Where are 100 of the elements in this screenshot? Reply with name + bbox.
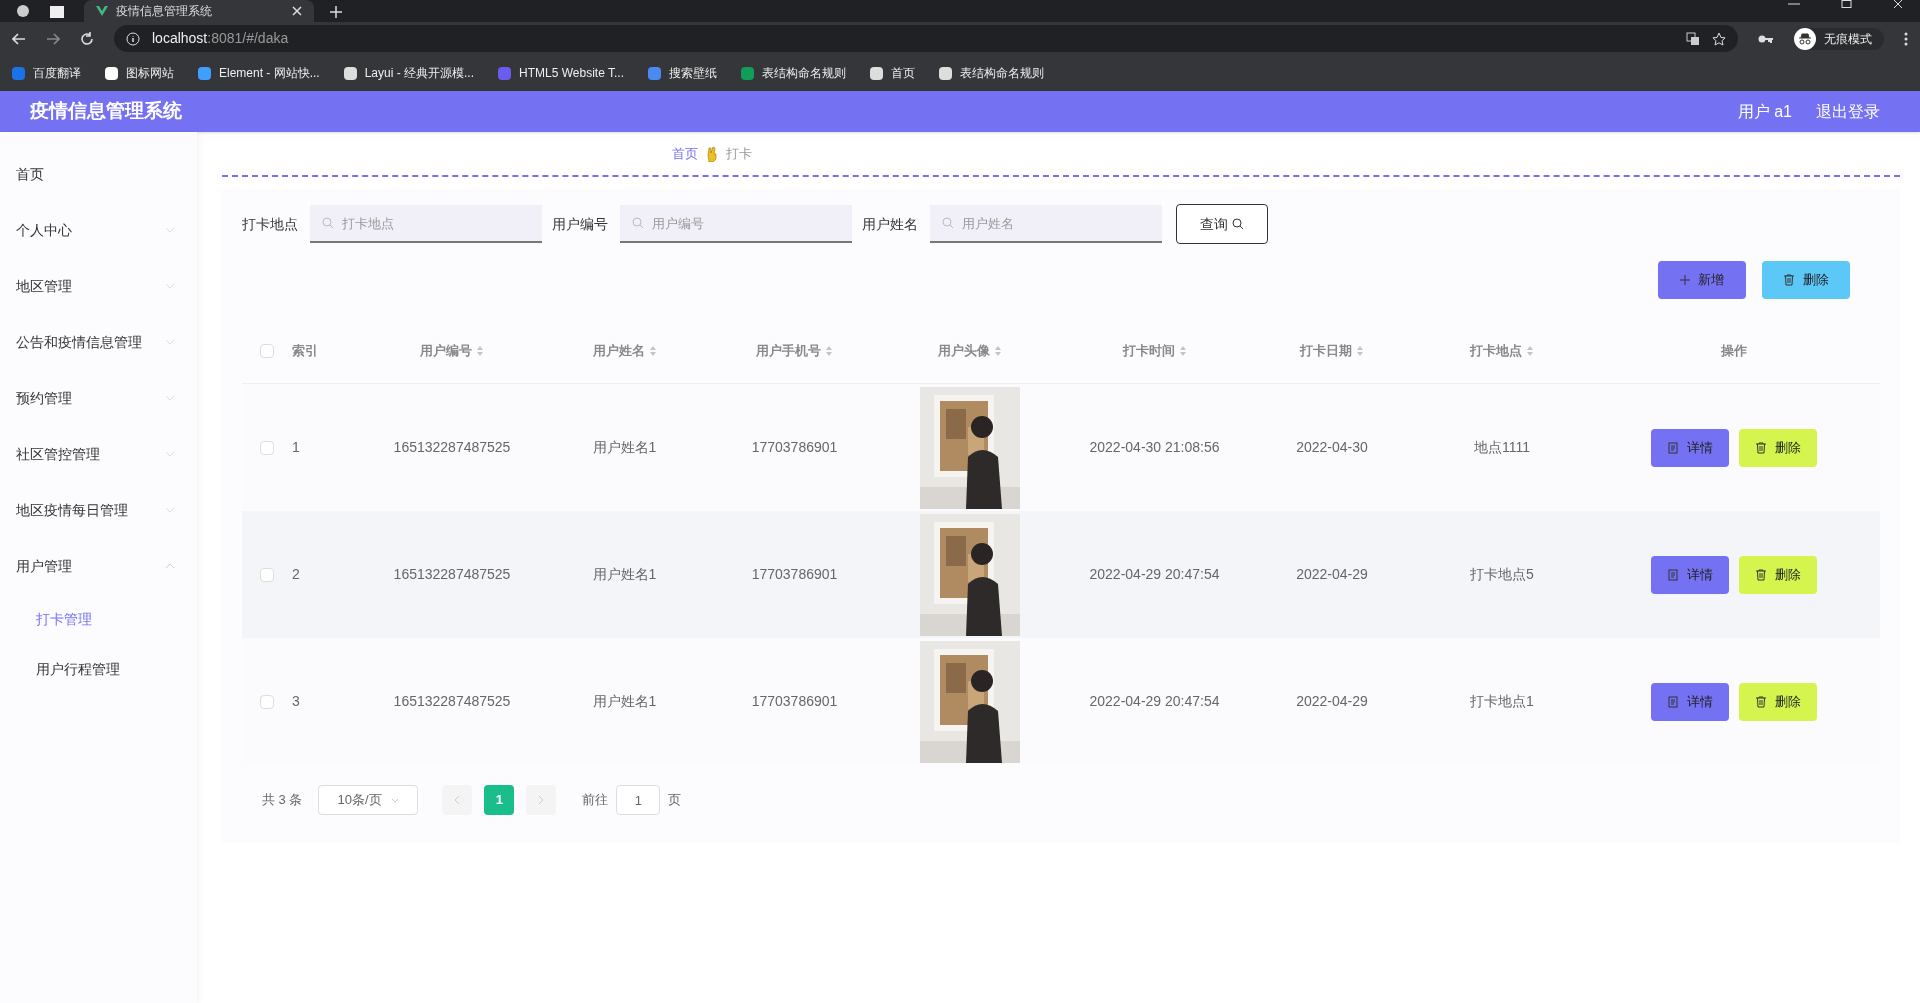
forward-icon[interactable] xyxy=(46,31,60,46)
detail-button[interactable]: 详情 xyxy=(1650,682,1729,721)
chevron-icon[interactable] xyxy=(165,283,175,289)
reload-icon[interactable] xyxy=(80,31,94,46)
table-cell-text: 地点1111 xyxy=(1474,438,1530,457)
trash-icon xyxy=(1754,568,1767,581)
menu-item[interactable]: 个人中心 xyxy=(16,219,165,241)
bookmark-label: HTML5 Website T... xyxy=(519,65,624,82)
bookmark-label: 搜索壁纸 xyxy=(669,65,717,82)
column-header[interactable]: 打卡时间 xyxy=(1122,341,1175,361)
chevron-icon[interactable] xyxy=(165,339,175,345)
table-cell-text: 用户姓名1 xyxy=(592,692,657,711)
delete-button[interactable]: 删除 xyxy=(1738,428,1817,467)
table-cell-text: 17703786901 xyxy=(751,438,838,457)
back-icon[interactable] xyxy=(12,31,26,46)
bookmark-label: Layui - 经典开源模... xyxy=(364,65,475,82)
key-icon[interactable] xyxy=(1758,33,1774,44)
sort-icon[interactable] xyxy=(1178,345,1187,357)
query-button[interactable]: 查询 xyxy=(1176,204,1268,244)
address-field[interactable]: localhost:8081/#/daka xyxy=(114,25,1738,52)
submenu-item[interactable]: 打卡管理 xyxy=(0,594,197,644)
column-header[interactable]: 用户姓名 xyxy=(592,341,645,361)
page-size-select[interactable]: 10条/页 xyxy=(318,785,419,815)
table-cell-text: 17703786901 xyxy=(751,692,838,711)
table-cell-text: 3 xyxy=(292,692,300,711)
row-checkbox[interactable] xyxy=(260,440,274,455)
goto-label: 前往 xyxy=(582,791,609,810)
menu-item[interactable]: 社区管控管理 xyxy=(16,443,165,465)
trash-icon xyxy=(1783,274,1795,286)
delete-button[interactable]: 删除 xyxy=(1762,261,1850,299)
chevron-icon[interactable] xyxy=(165,227,175,233)
chevron-icon[interactable] xyxy=(165,507,175,513)
detail-button[interactable]: 详情 xyxy=(1650,428,1729,467)
column-header[interactable]: 索引 xyxy=(292,341,318,361)
menu-item[interactable]: 地区管理 xyxy=(16,275,165,297)
more-icon[interactable] xyxy=(1904,31,1908,46)
user-name: 用户 a1 xyxy=(1737,101,1792,122)
minimize-icon[interactable] xyxy=(1788,0,1800,8)
column-header[interactable]: 用户头像 xyxy=(937,341,990,361)
close-icon[interactable] xyxy=(292,6,302,16)
menu-item[interactable]: 首页 xyxy=(0,146,197,202)
column-header[interactable]: 用户编号 xyxy=(420,341,472,361)
chevron-left-icon xyxy=(454,795,461,805)
sort-icon[interactable] xyxy=(476,345,484,357)
select-all-checkbox[interactable] xyxy=(260,344,274,358)
menu-item[interactable]: 用户管理 xyxy=(16,555,165,577)
restore-icon[interactable] xyxy=(1840,0,1852,8)
bookmark-label: 首页 xyxy=(891,65,915,82)
row-checkbox[interactable] xyxy=(260,694,274,709)
table-cell-text: 用户姓名1 xyxy=(592,565,657,584)
breadcrumb-current: 打卡 xyxy=(726,144,752,163)
previous-page-button[interactable] xyxy=(442,785,473,815)
column-header[interactable]: 用户手机号 xyxy=(756,341,821,361)
page-number-field[interactable]: 1 xyxy=(616,785,661,815)
add-button[interactable]: 新增 xyxy=(1658,261,1746,299)
total-count: 共 3 条 xyxy=(262,791,303,810)
submenu-item[interactable]: 用户行程管理 xyxy=(0,644,197,694)
sort-icon[interactable] xyxy=(1356,345,1364,357)
next-page-button[interactable] xyxy=(526,785,557,815)
incognito-button[interactable]: 无痕模式 xyxy=(1794,27,1884,50)
table-cell-text: 165132287487525 xyxy=(393,565,511,584)
sort-icon[interactable] xyxy=(825,345,833,357)
search-field[interactable]: 用户姓名 xyxy=(930,205,1162,243)
menu-item[interactable]: 公告和疫情信息管理 xyxy=(16,331,165,353)
sort-icon[interactable] xyxy=(1526,345,1534,357)
detail-button[interactable]: 详情 xyxy=(1650,555,1729,594)
sort-icon[interactable] xyxy=(993,345,1002,357)
delete-button[interactable]: 删除 xyxy=(1738,555,1817,594)
chevron-icon[interactable] xyxy=(165,451,175,457)
bookmark-label: 百度翻译 xyxy=(33,65,81,82)
column-header[interactable]: 打卡地点 xyxy=(1470,341,1522,361)
translate-icon[interactable] xyxy=(1686,31,1700,46)
info-icon xyxy=(126,31,140,46)
new-tab-icon[interactable] xyxy=(330,6,342,18)
logout-link[interactable]: 退出登录 xyxy=(1816,99,1880,124)
field-label: 打卡地点 xyxy=(242,214,298,234)
close-icon[interactable] xyxy=(1892,0,1904,8)
star-icon[interactable] xyxy=(1712,31,1726,46)
chevron-icon[interactable] xyxy=(165,563,175,569)
url-text: localhost:8081/#/daka xyxy=(152,29,289,48)
field-label: 用户编号 xyxy=(552,214,608,234)
search-field[interactable]: 用户编号 xyxy=(620,205,852,243)
table-cell-text: 2022-04-30 xyxy=(1296,438,1368,457)
search-icon xyxy=(1232,218,1244,230)
column-header[interactable]: 操作 xyxy=(1720,341,1747,361)
chevron-icon[interactable] xyxy=(165,395,175,401)
sort-icon[interactable] xyxy=(648,345,657,357)
bookmark-label: 表结构命名规则 xyxy=(762,65,846,82)
column-header[interactable]: 打卡日期 xyxy=(1300,341,1352,361)
breadcrumb-link[interactable]: 首页 xyxy=(672,143,698,164)
menu-item[interactable]: 地区疫情每日管理 xyxy=(16,499,165,521)
search-field[interactable]: 打卡地点 xyxy=(310,205,542,243)
row-checkbox[interactable] xyxy=(260,567,274,582)
browser-tab[interactable]: 疫情信息管理系统 xyxy=(84,0,314,22)
chevron-right-icon xyxy=(538,795,545,805)
delete-button[interactable]: 删除 xyxy=(1738,682,1817,721)
bookmark-label: 图标网站 xyxy=(126,65,174,82)
menu-item[interactable]: 预约管理 xyxy=(16,387,165,409)
table-cell-text: 打卡地点5 xyxy=(1470,565,1534,584)
tab-title: 疫情信息管理系统 xyxy=(116,3,213,20)
